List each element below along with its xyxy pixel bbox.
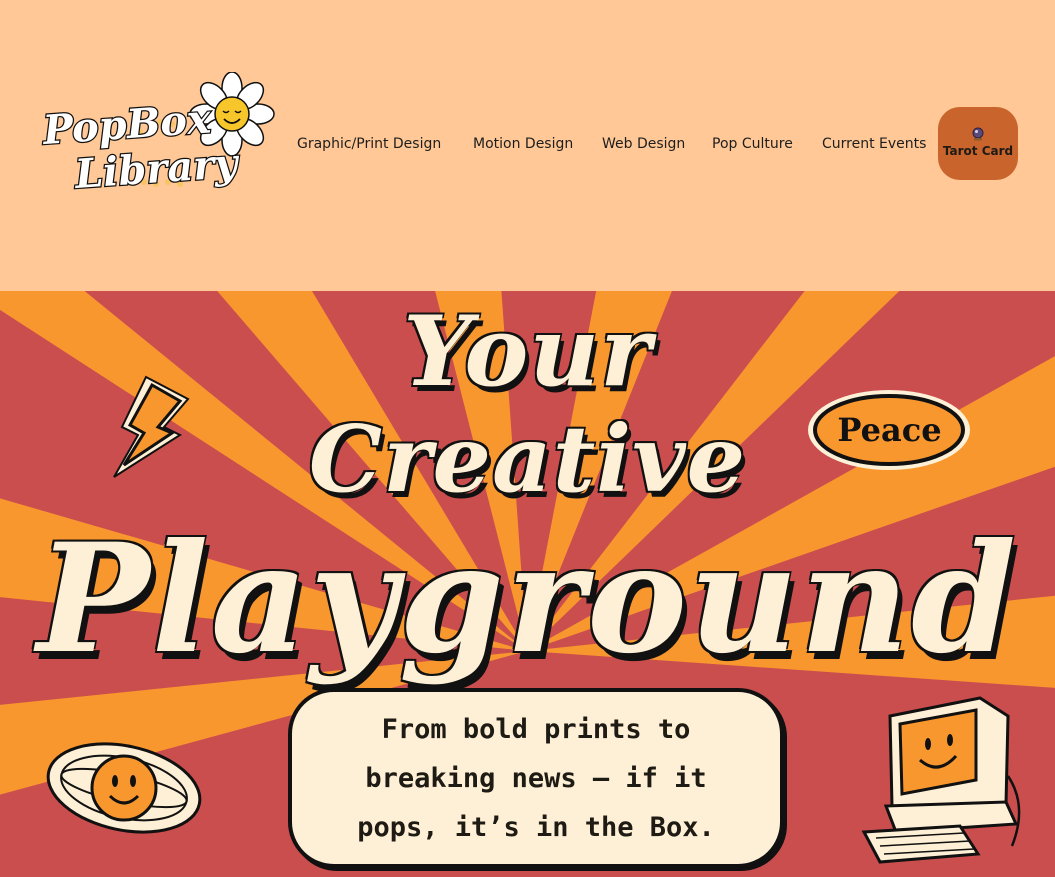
hero-banner: Your Creative Playground Peace From bold…	[0, 291, 1055, 877]
tarot-card-label: Tarot Card	[942, 144, 1014, 158]
nav-pop-culture[interactable]: Pop Culture	[712, 127, 793, 161]
nav-web-design[interactable]: Web Design	[602, 127, 685, 161]
tarot-card-button[interactable]: Tarot Card	[938, 107, 1018, 180]
peace-sticker-label: Peace	[837, 411, 942, 449]
peace-sticker: Peace	[808, 389, 971, 471]
nav-current-events[interactable]: Current Events	[822, 127, 926, 161]
site-header: PopBox Library Graphic/Print Design Moti…	[0, 0, 1055, 291]
nav-motion-design[interactable]: Motion Design	[473, 127, 573, 161]
hero-heading-line3: Playground	[36, 511, 1019, 687]
popbox-logo-icon: PopBox Library	[39, 72, 275, 199]
site-logo[interactable]: PopBox Library	[36, 72, 276, 212]
nav-graphic-print-design[interactable]: Graphic/Print Design	[297, 127, 441, 161]
crystal-ball-icon	[972, 127, 984, 141]
tagline-card: From bold prints to breaking news — if i…	[288, 688, 784, 868]
hero-tagline: From bold prints to breaking news — if i…	[357, 713, 715, 843]
